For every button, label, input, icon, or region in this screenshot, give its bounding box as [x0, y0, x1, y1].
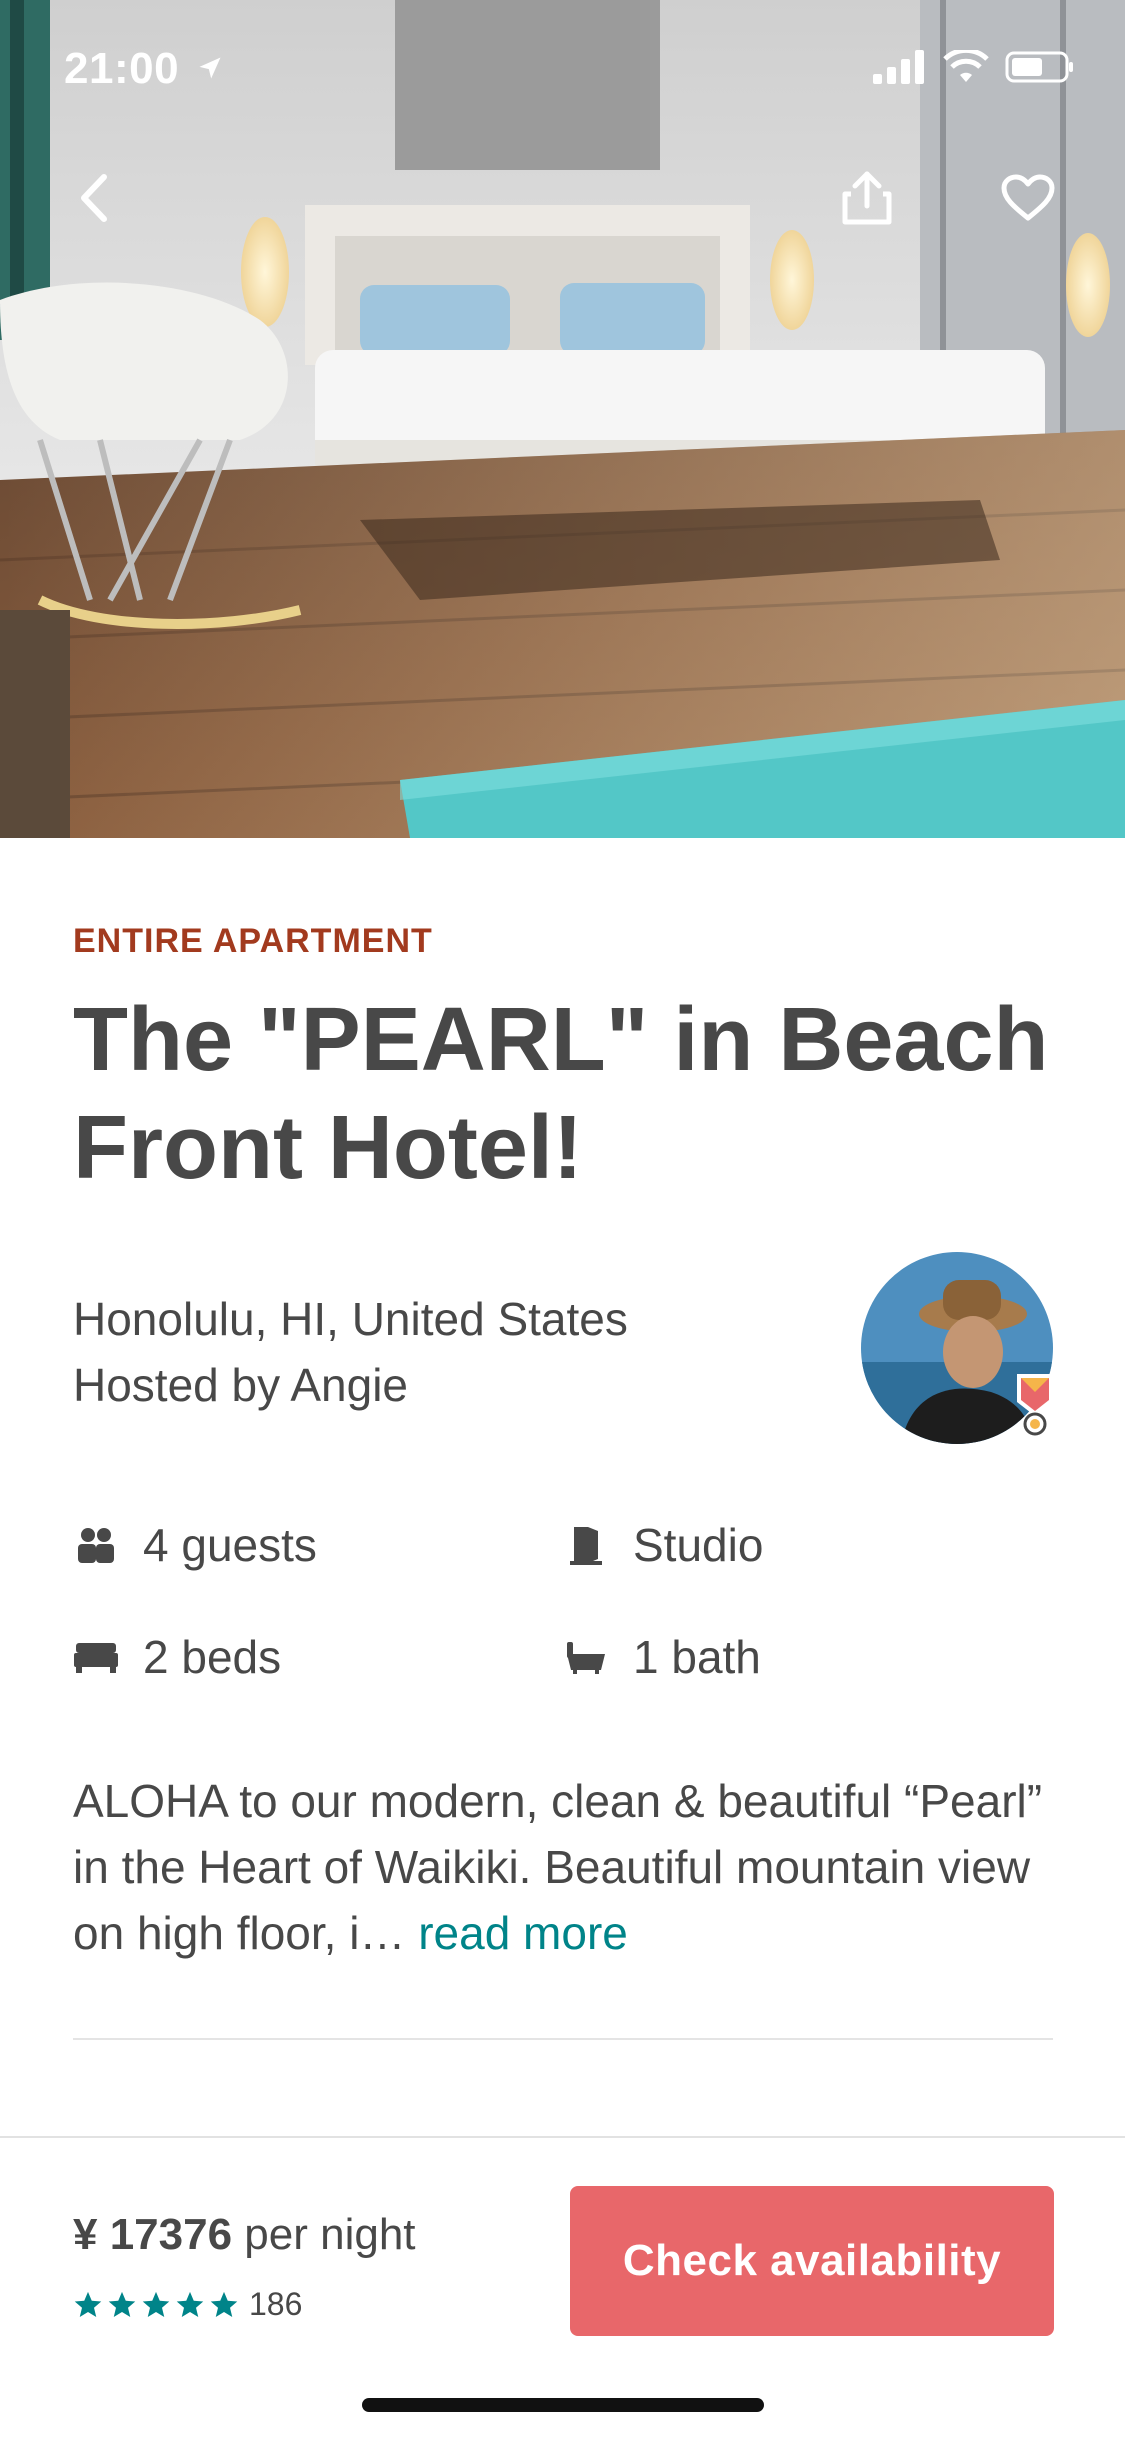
wifi-icon [943, 50, 989, 82]
fact-guests: 4 guests [73, 1518, 317, 1572]
rating-summary[interactable]: 186 [73, 2286, 302, 2323]
bathtub-icon [563, 1634, 609, 1680]
listing-type: ENTIRE APARTMENT [73, 922, 433, 960]
host-summary: Honolulu, HI, United States Hosted by An… [73, 1286, 628, 1418]
fact-property-label: Studio [633, 1519, 764, 1571]
price-unit: per night [244, 2210, 416, 2259]
battery-icon [1005, 51, 1073, 83]
read-more-link[interactable]: read more [418, 1907, 628, 1959]
home-indicator[interactable] [362, 2398, 764, 2412]
fact-baths: 1 bath [563, 1630, 761, 1684]
fact-guests-label: 4 guests [143, 1519, 317, 1571]
chevron-left-icon [81, 174, 107, 222]
nightly-price: ¥ 17376 [73, 2210, 233, 2259]
signal-icon [873, 50, 924, 84]
status-time: 21:00 [64, 44, 180, 93]
door-icon [563, 1522, 609, 1568]
back-button[interactable] [62, 166, 126, 230]
bed-icon [73, 1634, 119, 1680]
listing-description: ALOHA to our modern, clean & beautiful “… [73, 1768, 1063, 1966]
listing-location: Honolulu, HI, United States [73, 1293, 628, 1345]
price-line: ¥ 17376 per night [73, 2210, 416, 2260]
status-indicators [873, 50, 1075, 84]
review-count: 186 [249, 2286, 303, 2322]
listing-title: The "PEARL" in Beach Front Hotel! [73, 990, 1049, 1198]
star-icon [108, 2291, 136, 2317]
listing-photo[interactable]: 21:00 [0, 0, 1125, 838]
fact-property: Studio [563, 1518, 763, 1572]
share-button[interactable] [835, 166, 899, 230]
star-icon [74, 2291, 102, 2317]
guests-icon [73, 1522, 119, 1568]
heart-icon [1001, 174, 1055, 221]
star-icon [142, 2291, 170, 2317]
star-rating [73, 2290, 239, 2320]
share-icon [842, 171, 892, 225]
star-icon [176, 2291, 204, 2317]
fact-baths-label: 1 bath [633, 1631, 761, 1683]
status-bar: 21:00 [0, 0, 1125, 140]
star-icon [210, 2291, 238, 2317]
fact-beds-label: 2 beds [143, 1631, 282, 1683]
host-name: Hosted by Angie [73, 1359, 409, 1411]
superhost-badge-icon [1015, 1372, 1055, 1441]
fact-beds: 2 beds [73, 1630, 281, 1684]
location-arrow-icon [196, 54, 224, 82]
save-favorite-button[interactable] [996, 166, 1060, 230]
booking-bar: ¥ 17376 per night 186 Check availability [0, 2136, 1125, 2438]
check-availability-button[interactable]: Check availability [570, 2186, 1054, 2336]
section-divider [73, 2038, 1053, 2040]
